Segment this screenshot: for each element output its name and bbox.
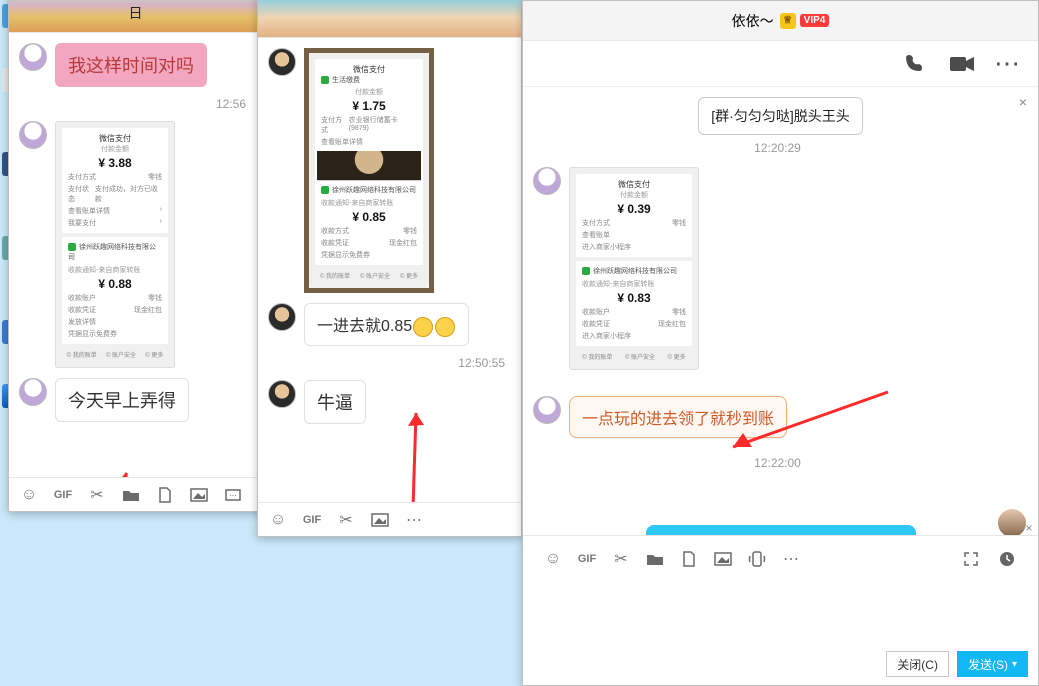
file-icon[interactable] — [155, 485, 175, 505]
scissors-icon[interactable]: ✂ — [611, 549, 631, 569]
more-icon[interactable]: ⋯ — [781, 549, 801, 569]
emoji-icon[interactable]: ☺ — [543, 549, 563, 569]
chat-scroll[interactable]: 微信支付 生活缴费 付款金额 ¥ 1.75 支付方式农业银行储蓄卡(9879) … — [258, 38, 521, 502]
partial-bubble — [646, 525, 916, 535]
pay-amount: ¥ 0.83 — [582, 291, 686, 305]
pay-amount: ¥ 0.39 — [582, 202, 686, 216]
shake-icon[interactable] — [747, 549, 767, 569]
scissors-icon[interactable]: ✂ — [87, 485, 107, 505]
chat-scroll[interactable]: × [群·匀匀匀哒]脱头王头 12:20:29 微信支付 付款金额 ¥ 0.39… — [523, 87, 1038, 535]
video-icon[interactable] — [948, 50, 976, 78]
message-bubble: 牛逼 — [304, 380, 366, 424]
chat-window-front: 依依～ ♕ VIP4 ⋯ × [群·匀匀匀哒]脱头王头 12:20:29 — [522, 0, 1039, 686]
window-toolbar: ⋯ — [523, 41, 1038, 87]
input-area: ☺ GIF ✂ ⋯ 关闭(C) 发送(S)▾ — [523, 535, 1038, 685]
picture-icon[interactable] — [370, 510, 390, 530]
title-fragment: 日 — [129, 3, 143, 23]
input-toolbar: ☺ GIF ✂ ⋯ — [258, 502, 521, 536]
payment-screenshot-framed[interactable]: 微信支付 生活缴费 付款金额 ¥ 1.75 支付方式农业银行储蓄卡(9879) … — [304, 48, 434, 293]
emoji-icon[interactable]: ☺ — [19, 485, 39, 505]
avatar — [268, 48, 296, 76]
close-button[interactable]: 关闭(C) — [886, 651, 949, 677]
biz-icon — [321, 76, 329, 84]
chat-window-back-middle: 微信支付 生活缴费 付款金额 ¥ 1.75 支付方式农业银行储蓄卡(9879) … — [257, 0, 522, 537]
message-bubble: 一进去就0.85 — [304, 303, 469, 346]
svg-text:⋯: ⋯ — [229, 491, 237, 500]
folder-icon[interactable] — [121, 485, 141, 505]
laugh-emoji — [435, 317, 455, 337]
message-bubble: 今天早上弄得 — [55, 378, 189, 422]
timestamp: 12:20:29 — [533, 141, 1022, 155]
chevron-down-icon: ▾ — [1012, 659, 1017, 670]
pay-label: 付款金额 — [68, 144, 162, 154]
vip-icon: ♕ — [780, 13, 796, 29]
input-toolbar: ☺ GIF ✂ ⋯ — [533, 542, 1028, 576]
scissors-icon[interactable]: ✂ — [336, 510, 356, 530]
folder-icon[interactable] — [645, 549, 665, 569]
message-bubble-fancy: 一点玩的进去领了就秒到账 — [569, 396, 787, 438]
avatar — [19, 43, 47, 71]
send-button[interactable]: 发送(S)▾ — [957, 651, 1028, 677]
call-icon[interactable] — [902, 50, 930, 78]
history-icon[interactable] — [996, 548, 1018, 570]
merchant-icon — [321, 186, 329, 194]
avatar — [268, 303, 296, 331]
laugh-emoji — [413, 317, 433, 337]
avatar — [533, 396, 561, 424]
merchant-icon — [68, 243, 76, 251]
merchant-icon — [582, 267, 590, 275]
pay-amount: ¥ 0.85 — [321, 210, 417, 224]
more-icon[interactable]: ⋯ — [994, 50, 1022, 78]
avatar — [19, 121, 47, 149]
avatar — [533, 167, 561, 195]
file-icon[interactable] — [679, 549, 699, 569]
chat-scroll[interactable]: 我这样时间对吗 12:56 微信支付 付款金额 ¥ 3.88 支付方式零钱 支付… — [9, 33, 262, 477]
pay-amount: ¥ 0.88 — [68, 277, 162, 291]
window-title: 依依～ — [732, 11, 774, 31]
more-icon[interactable]: ⋯ — [223, 485, 243, 505]
expand-icon[interactable] — [960, 548, 982, 570]
vip-badge: VIP4 — [800, 14, 830, 27]
gif-icon[interactable]: GIF — [302, 510, 322, 530]
pay-amount: ¥ 3.88 — [68, 156, 162, 170]
picture-icon[interactable] — [713, 549, 733, 569]
timestamp: 12:22:00 — [533, 456, 1022, 470]
pay-amount: ¥ 1.75 — [321, 99, 417, 113]
close-panel-icon[interactable]: × — [1014, 93, 1032, 111]
close-icon[interactable]: × — [1022, 521, 1036, 535]
timestamp: 12:50:55 — [268, 356, 505, 370]
gif-icon[interactable]: GIF — [53, 485, 73, 505]
avatar — [268, 380, 296, 408]
gif-icon[interactable]: GIF — [577, 549, 597, 569]
pay-header: 微信支付 — [68, 133, 162, 144]
payment-screenshot[interactable]: 微信支付 付款金额 ¥ 0.39 支付方式零钱 查看账单 进入商家小程序 徐州跃… — [569, 167, 699, 370]
timestamp: 12:56 — [19, 97, 246, 111]
photo-thumb — [317, 151, 421, 181]
message-input[interactable] — [533, 576, 1028, 651]
message-bubble: 我这样时间对吗 — [55, 43, 207, 87]
clipped-bubble: [群·匀匀匀哒]脱头王头 — [698, 97, 862, 135]
payment-screenshot[interactable]: 微信支付 付款金额 ¥ 3.88 支付方式零钱 支付状态支付成功，对方已收款 查… — [55, 121, 175, 368]
window-titlebar: 依依～ ♕ VIP4 — [523, 1, 1038, 41]
picture-icon[interactable] — [189, 485, 209, 505]
input-toolbar: ☺ GIF ✂ ⋯ — [9, 477, 262, 511]
emoji-icon[interactable]: ☺ — [268, 510, 288, 530]
chat-window-back-left: 日 我这样时间对吗 12:56 微信支付 付款金额 ¥ 3.88 支付方式零钱 … — [8, 0, 263, 512]
more-icon[interactable]: ⋯ — [404, 510, 424, 530]
avatar — [19, 378, 47, 406]
annotation-arrow — [87, 463, 147, 477]
